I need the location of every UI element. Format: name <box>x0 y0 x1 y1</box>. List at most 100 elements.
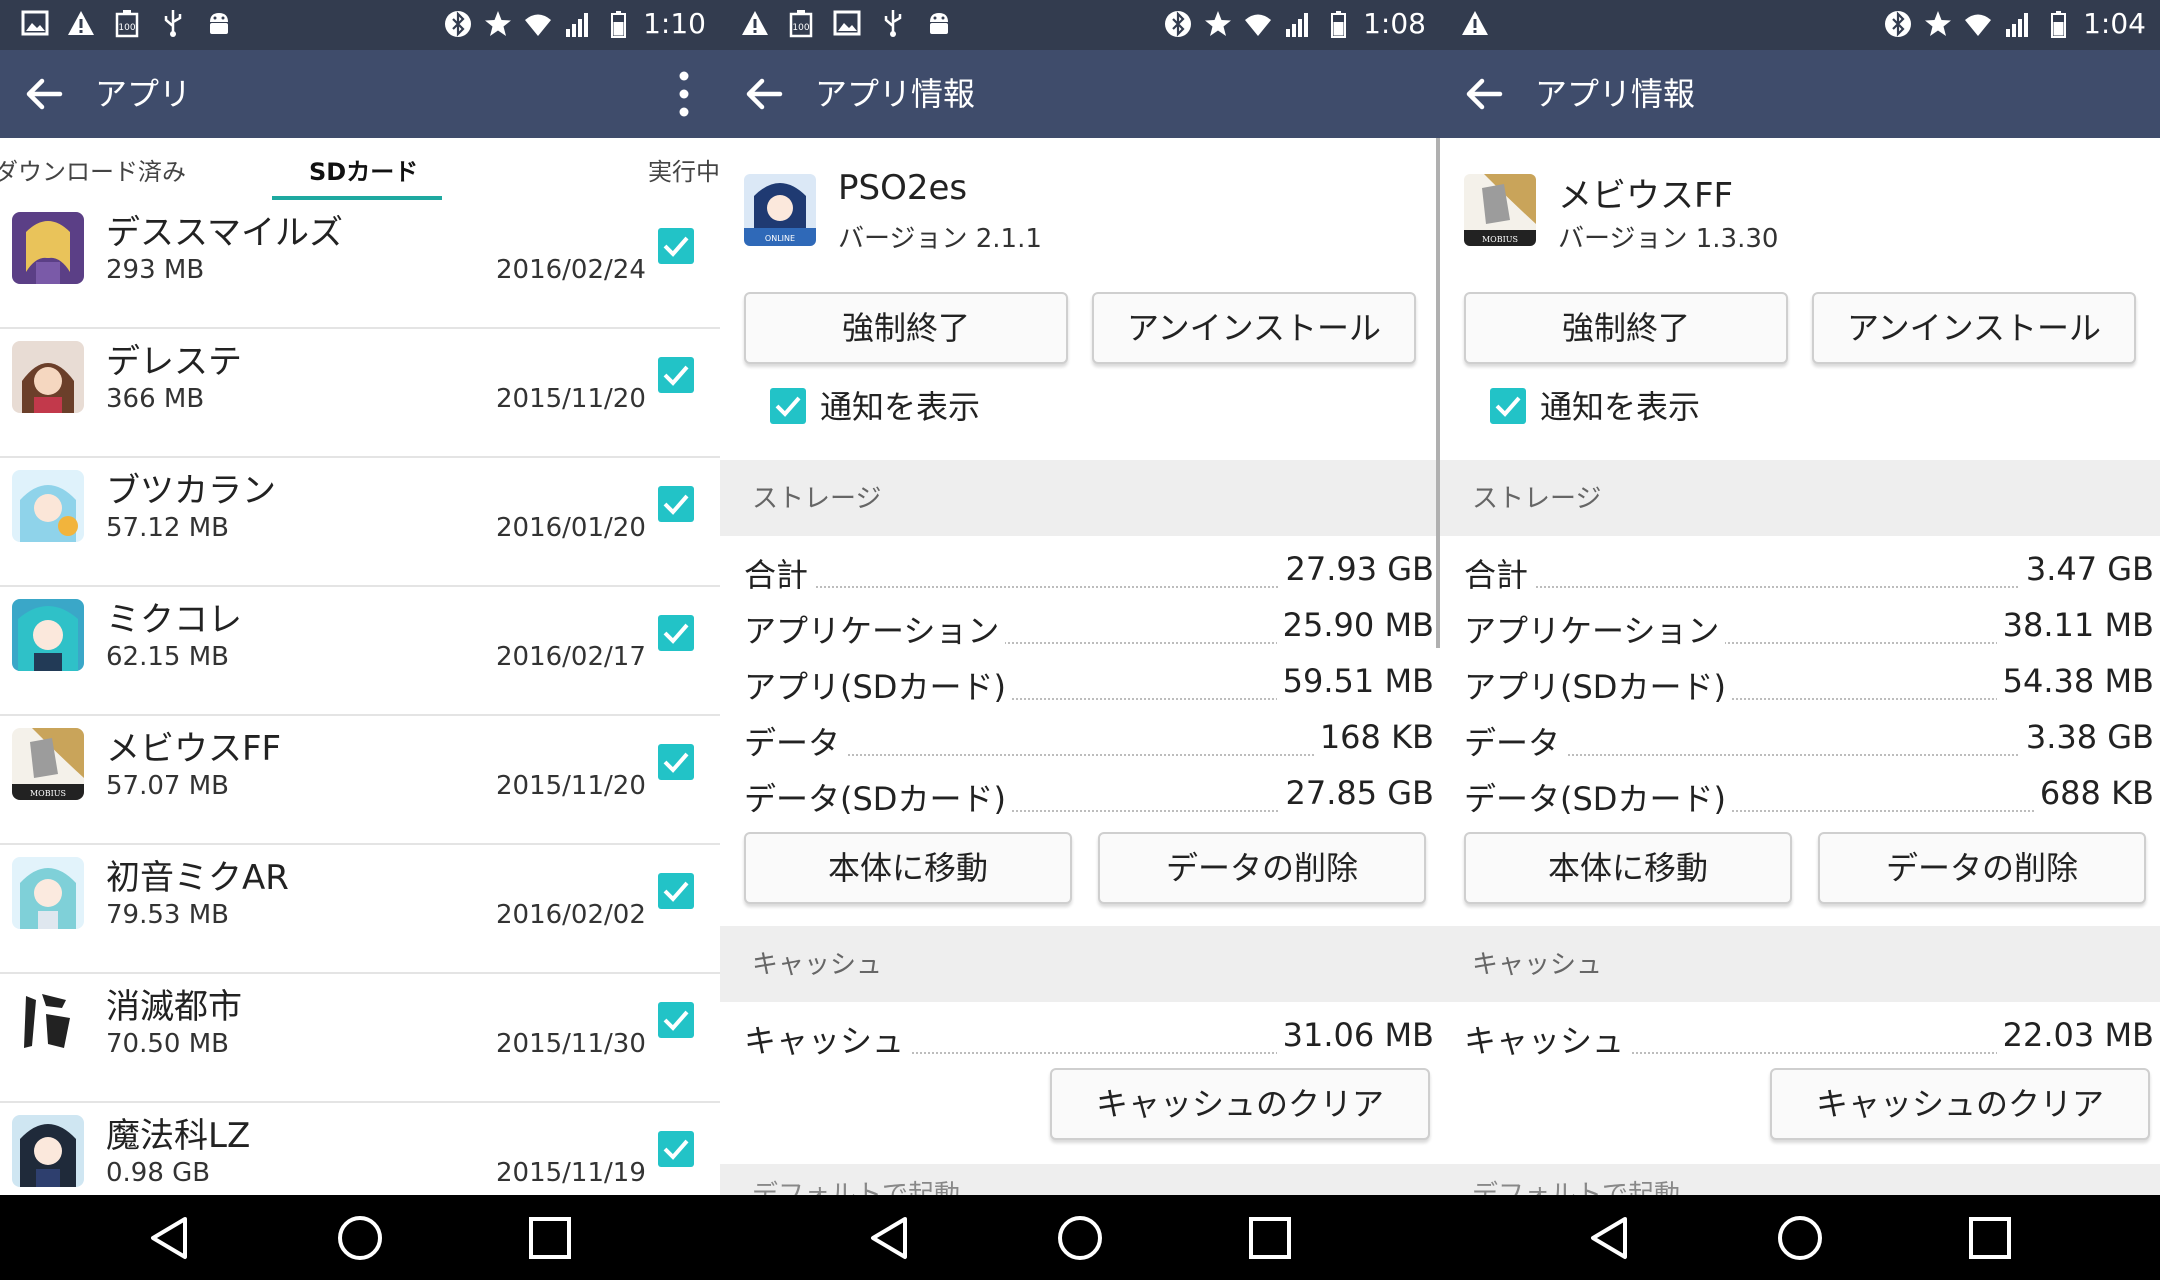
notify-label: 通知を表示 <box>820 388 981 426</box>
clear-data-button[interactable]: データの削除 <box>1818 832 2146 904</box>
storage-data-row: データ 168 KB <box>744 718 1434 768</box>
storage-total-row: 合計 3.47 GB <box>1464 550 2154 600</box>
nav-recents-icon[interactable] <box>525 1213 575 1263</box>
notify-checkbox[interactable] <box>770 388 806 424</box>
back-arrow-icon[interactable] <box>20 70 68 118</box>
app-icon-mobius-ff: MOBIUS <box>12 728 84 800</box>
list-item[interactable]: デススマイルズ 293 MB 2016/02/24 <box>0 200 720 329</box>
app-icon-hatsune-miku-ar <box>12 857 84 929</box>
uninstall-button[interactable]: アンインストール <box>1092 292 1416 364</box>
storage-value: 25.90 MB <box>1276 606 1434 644</box>
svg-text:MOBIUS: MOBIUS <box>30 789 66 798</box>
app-name: 初音ミクAR <box>106 858 289 898</box>
app-list: デススマイルズ 293 MB 2016/02/24 デレステ 366 MB 20… <box>0 200 720 1195</box>
bluetooth-icon <box>1885 11 1912 37</box>
app-icon-mahouka-lz <box>12 1115 84 1187</box>
nav-home-icon[interactable] <box>1775 1213 1825 1263</box>
nav-back-icon[interactable] <box>1585 1213 1635 1263</box>
clear-data-button[interactable]: データの削除 <box>1098 832 1426 904</box>
force-stop-button[interactable]: 強制終了 <box>744 292 1068 364</box>
storage-value: 27.85 GB <box>1279 774 1434 812</box>
overflow-menu-icon[interactable] <box>674 68 694 120</box>
back-arrow-icon[interactable] <box>1460 70 1508 118</box>
svg-text:MOBIUS: MOBIUS <box>1482 235 1518 244</box>
battery-icon <box>1331 11 1347 38</box>
storage-value: 3.47 GB <box>2019 550 2154 588</box>
storage-section-header: ストレージ <box>720 460 1440 536</box>
page-title: アプリ情報 <box>815 75 976 113</box>
app-size: 57.12 MB <box>106 513 229 543</box>
storage-section-title: ストレージ <box>752 484 882 514</box>
list-item[interactable]: 初音ミクAR 79.53 MB 2016/02/02 <box>0 845 720 974</box>
nav-back-icon[interactable] <box>865 1213 915 1263</box>
tab-bar: ダウンロード済み SDカード 実行中 <box>0 138 720 200</box>
storage-application-row: アプリケーション 25.90 MB <box>744 606 1434 656</box>
cache-label: キャッシュ <box>744 1016 911 1062</box>
app-info-content[interactable]: ONLINE PSO2es バージョン 2.1.1 強制終了 アンインストール … <box>720 138 1440 1195</box>
list-item[interactable]: デレステ 366 MB 2015/11/20 <box>0 329 720 458</box>
back-arrow-icon[interactable] <box>740 70 788 118</box>
uninstall-button[interactable]: アンインストール <box>1812 292 2136 364</box>
cache-section-header: キャッシュ <box>720 926 1440 1002</box>
storage-label: データ <box>1464 718 1567 764</box>
app-name: メビウスFF <box>1558 176 1734 216</box>
tab-downloaded[interactable]: ダウンロード済み <box>0 152 186 187</box>
checkbox[interactable] <box>658 615 694 651</box>
check-icon <box>1495 396 1521 417</box>
checkbox[interactable] <box>658 228 694 264</box>
force-stop-button[interactable]: 強制終了 <box>1464 292 1788 364</box>
nav-recents-icon[interactable] <box>1965 1213 2015 1263</box>
tab-running[interactable]: 実行中 <box>648 152 720 187</box>
cache-row: キャッシュ 22.03 MB <box>1464 1016 2154 1066</box>
checkbox[interactable] <box>658 1002 694 1038</box>
list-item[interactable]: 消滅都市 70.50 MB 2015/11/30 <box>0 974 720 1103</box>
storage-data-sd-row: データ(SDカード) 688 KB <box>1464 774 2154 824</box>
storage-label: データ(SDカード) <box>1464 774 1732 820</box>
status-bar: 100 1:10 <box>0 0 720 50</box>
storage-value: 168 KB <box>1313 718 1434 756</box>
checkbox[interactable] <box>658 357 694 393</box>
svg-text:100: 100 <box>118 23 135 33</box>
cache-value: 31.06 MB <box>1276 1016 1434 1054</box>
checkbox[interactable] <box>658 486 694 522</box>
nav-recents-icon[interactable] <box>1245 1213 1295 1263</box>
signal-icon <box>566 13 589 37</box>
page-title: アプリ情報 <box>1535 75 1696 113</box>
list-item[interactable]: MOBIUS メビウスFF 57.07 MB 2015/11/20 <box>0 716 720 845</box>
checkbox[interactable] <box>658 744 694 780</box>
nav-home-icon[interactable] <box>1055 1213 1105 1263</box>
app-info-screen-mobius-ff: 1:04 アプリ情報 MOBIUS メビウスFF バージョン 1.3.30 強制… <box>1440 0 2160 1280</box>
list-item[interactable]: ミクコレ 62.15 MB 2016/02/17 <box>0 587 720 716</box>
move-to-internal-button[interactable]: 本体に移動 <box>744 832 1072 904</box>
warning-icon <box>1462 11 1488 35</box>
storage-label: アプリ(SDカード) <box>1464 662 1732 708</box>
app-info-content[interactable]: MOBIUS メビウスFF バージョン 1.3.30 強制終了 アンインストール… <box>1440 138 2160 1195</box>
navigation-bar <box>0 1195 720 1280</box>
move-to-internal-button[interactable]: 本体に移動 <box>1464 832 1792 904</box>
app-name: PSO2es <box>838 168 968 208</box>
list-item[interactable]: 魔法科LZ 0.98 GB 2015/11/19 <box>0 1103 720 1195</box>
list-item[interactable]: ブツカラン 57.12 MB 2016/01/20 <box>0 458 720 587</box>
usb-icon <box>884 10 902 37</box>
notify-checkbox[interactable] <box>1490 388 1526 424</box>
tab-sd-card[interactable]: SDカード <box>309 152 418 187</box>
clear-cache-button[interactable]: キャッシュのクリア <box>1050 1068 1430 1140</box>
app-bar: アプリ <box>0 50 720 138</box>
checkbox[interactable] <box>658 1131 694 1167</box>
app-icon-mikukore <box>12 599 84 671</box>
app-icon-shoumetsu-toshi <box>12 986 84 1058</box>
app-size: 57.07 MB <box>106 771 229 801</box>
star-icon <box>1925 11 1952 36</box>
image-icon <box>21 10 49 36</box>
app-date: 2015/11/20 <box>496 384 646 414</box>
nav-back-icon[interactable] <box>145 1213 195 1263</box>
clear-cache-button[interactable]: キャッシュのクリア <box>1770 1068 2150 1140</box>
android-icon <box>210 13 228 34</box>
app-version: バージョン 1.3.30 <box>1558 224 1779 254</box>
app-date: 2016/02/24 <box>496 255 646 285</box>
app-bar: アプリ情報 <box>1440 50 2160 138</box>
warning-icon <box>742 11 768 35</box>
nav-home-icon[interactable] <box>335 1213 385 1263</box>
checkbox[interactable] <box>658 873 694 909</box>
storage-label: アプリ(SDカード) <box>744 662 1012 708</box>
